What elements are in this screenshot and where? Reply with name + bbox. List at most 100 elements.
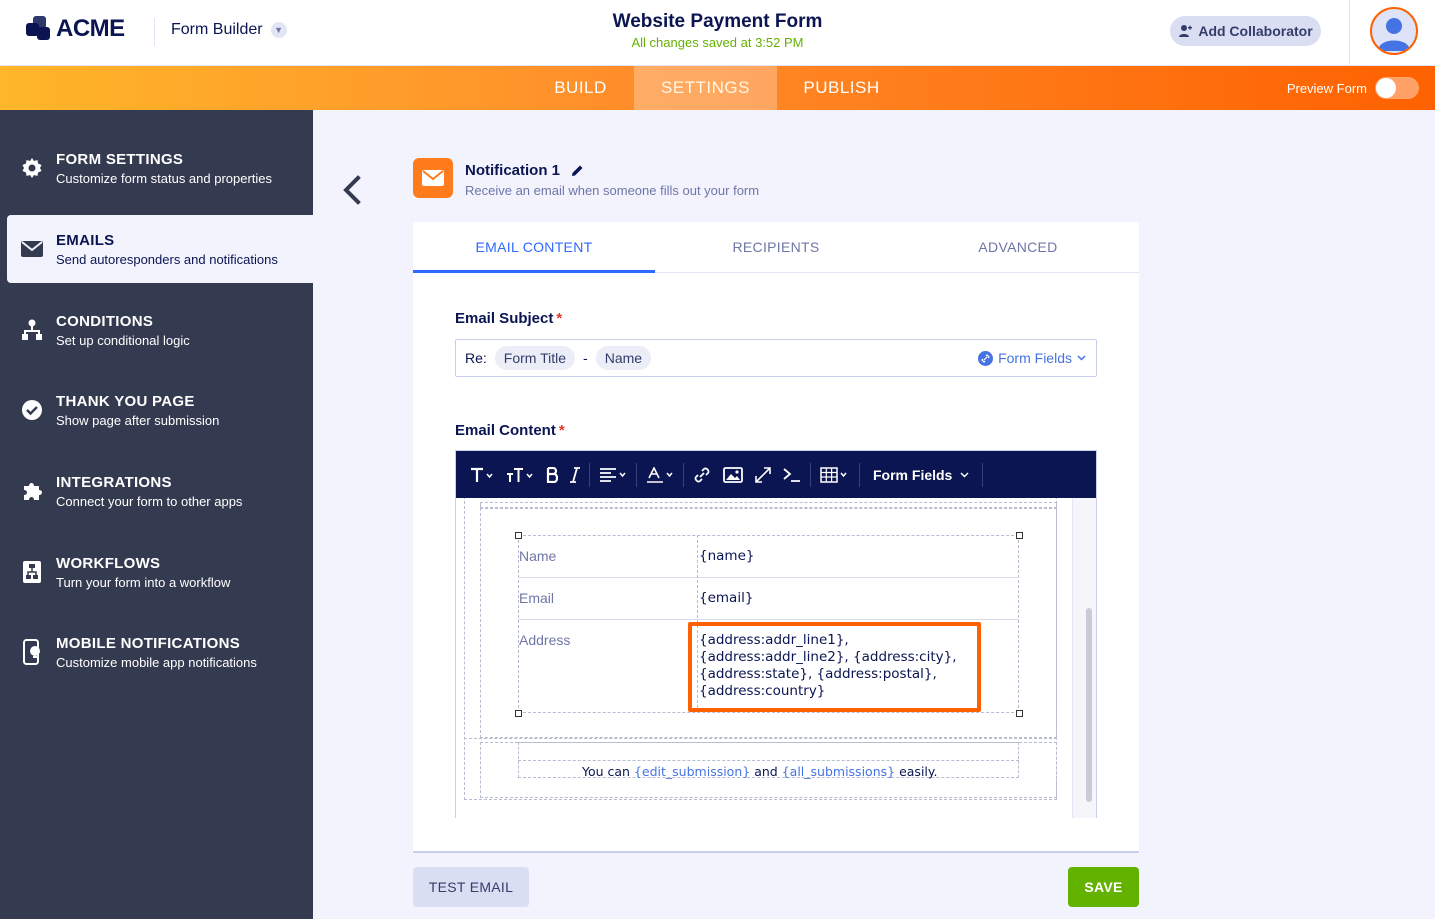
sidebar-item-title: CONDITIONS	[56, 312, 154, 330]
notification-title-text: Notification 1	[465, 162, 561, 179]
user-avatar[interactable]	[1370, 7, 1418, 55]
toolbar-form-fields-dropdown[interactable]: Form Fields	[863, 467, 979, 483]
subject-prefix: Re:	[465, 350, 487, 366]
sidebar-item-title: FORM SETTINGS	[56, 150, 184, 168]
email-tabs: EMAIL CONTENT RECIPIENTS ADVANCED	[413, 222, 1139, 273]
fullscreen-button[interactable]	[749, 451, 777, 498]
workflow-icon	[20, 560, 44, 584]
text-color-button[interactable]	[640, 451, 680, 498]
sidebar-item-workflows[interactable]: WORKFLOWS Turn your form into a workflow	[0, 538, 313, 606]
gear-icon	[20, 156, 44, 180]
preview-form-control: Preview Form	[1287, 77, 1419, 99]
footer-note: You can {edit_submission} and {all_submi…	[582, 764, 937, 779]
scrollbar-thumb[interactable]	[1086, 608, 1092, 802]
footer-row-divider	[518, 760, 1019, 761]
table-row-divider	[518, 577, 1019, 578]
subject-form-fields-dropdown[interactable]: Form Fields	[978, 350, 1086, 366]
main-nav: BUILD SETTINGS PUBLISH Preview Form	[0, 66, 1435, 110]
form-fields-label: Form Fields	[998, 350, 1072, 366]
sidebar-item-conditions[interactable]: CONDITIONS Set up conditional logic	[0, 296, 313, 364]
sidebar-item-title: THANK YOU PAGE	[56, 392, 195, 410]
editor-content-area[interactable]: Name {name} Email {email} Address {addre…	[456, 498, 1096, 818]
toolbar-separator	[589, 462, 590, 487]
subject-chip-name[interactable]: Name	[595, 346, 652, 370]
font-size-button[interactable]	[500, 451, 540, 498]
email-subject-label: Email Subject *	[455, 310, 562, 327]
notification-title: Notification 1	[465, 162, 584, 179]
preview-form-label: Preview Form	[1286, 80, 1367, 96]
chevron-down-icon	[1077, 355, 1086, 361]
pencil-icon[interactable]	[570, 164, 584, 178]
link-icon	[978, 350, 994, 366]
text-icon	[471, 467, 493, 482]
email-content-editor: Form Fields Name {name} Email {email} Ad…	[455, 450, 1097, 818]
tab-publish[interactable]: PUBLISH	[777, 66, 906, 110]
table-icon	[820, 466, 847, 483]
hierarchy-icon	[20, 318, 44, 342]
editor-toolbar: Form Fields	[456, 451, 1096, 498]
edit-submission-tag[interactable]: {edit_submission}	[634, 764, 750, 779]
code-view-button[interactable]	[777, 451, 807, 498]
preview-form-toggle[interactable]	[1375, 77, 1419, 99]
sidebar-item-emails[interactable]: EMAILS Send autoresponders and notificat…	[7, 215, 313, 283]
font-family-button[interactable]	[464, 451, 500, 498]
bold-button[interactable]	[540, 451, 564, 498]
user-plus-icon	[1179, 25, 1193, 37]
add-collaborator-label: Add Collaborator	[1198, 23, 1313, 39]
sidebar-item-title: EMAILS	[56, 231, 115, 249]
sidebar-item-subtitle: Customize form status and properties	[56, 170, 273, 186]
link-button[interactable]	[687, 451, 717, 498]
sidebar-item-mobile-notifications[interactable]: MOBILE NOTIFICATIONS Customize mobile ap…	[0, 618, 313, 686]
editor-scrollbar[interactable]	[1072, 498, 1096, 818]
sidebar-item-subtitle: Set up conditional logic	[56, 332, 190, 348]
notification-email-icon	[413, 158, 453, 198]
expand-icon	[755, 466, 771, 483]
italic-icon	[570, 466, 580, 483]
resize-handle[interactable]	[1016, 532, 1023, 539]
mobile-bell-icon	[20, 639, 44, 665]
toolbar-separator	[982, 462, 984, 487]
image-button[interactable]	[717, 451, 749, 498]
all-submissions-tag[interactable]: {all_submissions}	[782, 764, 895, 779]
card-bottom-border	[413, 851, 1139, 853]
tab-email-content[interactable]: EMAIL CONTENT	[413, 222, 655, 273]
test-email-button[interactable]: TEST EMAIL	[413, 867, 529, 907]
table-cell-value-email[interactable]: {email}	[699, 590, 753, 607]
table-cell-value-name[interactable]: {name}	[699, 548, 754, 565]
resize-handle[interactable]	[515, 710, 522, 717]
subject-separator: -	[583, 350, 588, 366]
image-icon	[723, 466, 743, 483]
required-mark: *	[556, 310, 563, 327]
toolbar-separator	[683, 462, 684, 487]
table-button[interactable]	[814, 451, 856, 498]
sidebar-item-title: WORKFLOWS	[56, 554, 161, 572]
tab-recipients[interactable]: RECIPIENTS	[655, 222, 897, 273]
footer-divider	[464, 738, 1057, 739]
email-content-label-text: Email Content	[455, 422, 556, 439]
tab-build[interactable]: BUILD	[527, 66, 634, 110]
settings-sidebar: FORM SETTINGS Customize form status and …	[0, 110, 313, 919]
tab-settings[interactable]: SETTINGS	[634, 66, 777, 110]
check-circle-icon	[20, 398, 44, 422]
table-cell-label-name: Name	[519, 548, 557, 564]
tab-advanced[interactable]: ADVANCED	[897, 222, 1139, 273]
sidebar-item-title: MOBILE NOTIFICATIONS	[56, 634, 241, 652]
footer-middle: and	[754, 764, 778, 779]
email-subject-input[interactable]: Re: Form Title - Name Form Fields	[455, 339, 1097, 377]
sidebar-item-form-settings[interactable]: FORM SETTINGS Customize form status and …	[0, 134, 313, 202]
italic-button[interactable]	[564, 451, 586, 498]
sidebar-item-subtitle: Send autoresponders and notifications	[56, 251, 278, 267]
sidebar-item-subtitle: Show page after submission	[56, 412, 220, 428]
back-button[interactable]	[338, 174, 366, 206]
resize-handle[interactable]	[1016, 710, 1023, 717]
resize-handle[interactable]	[515, 532, 522, 539]
add-collaborator-button[interactable]: Add Collaborator	[1170, 16, 1321, 46]
sidebar-item-integrations[interactable]: INTEGRATIONS Connect your form to other …	[0, 457, 313, 525]
footer-prefix: You can	[582, 764, 630, 779]
toolbar-form-fields-label: Form Fields	[873, 466, 953, 483]
subject-chip-form-title[interactable]: Form Title	[494, 346, 576, 370]
sidebar-item-thank-you-page[interactable]: THANK YOU PAGE Show page after submissio…	[0, 376, 313, 444]
toolbar-separator	[859, 462, 860, 487]
align-button[interactable]	[593, 451, 633, 498]
save-button[interactable]: SAVE	[1068, 867, 1139, 907]
